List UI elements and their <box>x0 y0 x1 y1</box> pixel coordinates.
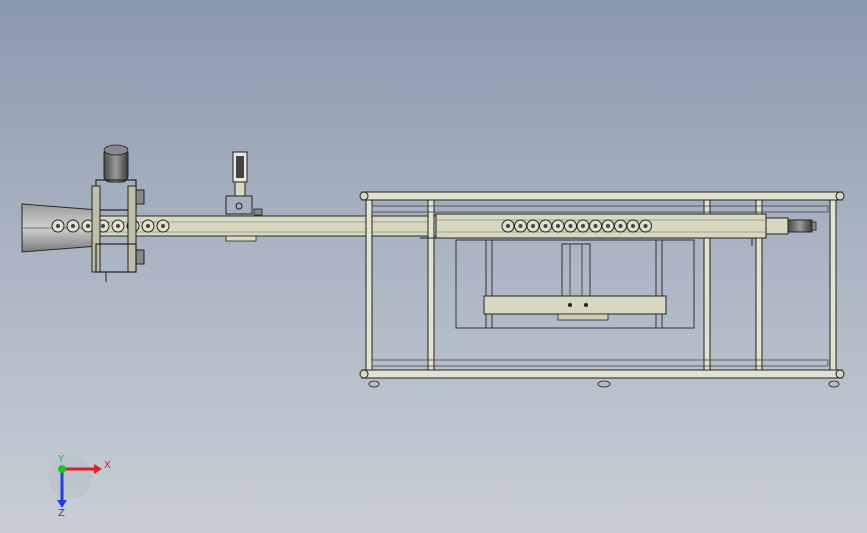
z-axis-label: Z <box>58 508 65 519</box>
graphics-viewport[interactable]: X Y Z <box>0 0 867 533</box>
drive-motor-assembly <box>91 144 145 282</box>
end-motor <box>765 217 817 235</box>
roller-hub <box>531 224 535 228</box>
x-axis-label: X <box>104 460 111 471</box>
y-axis-dot <box>58 465 66 473</box>
roller-hub <box>643 224 648 228</box>
roller-hub <box>618 224 623 228</box>
roller-hub <box>568 224 573 228</box>
view-orientation-triad: X Y Z <box>48 454 111 519</box>
roller-hub <box>71 224 75 228</box>
cad-model-view[interactable]: X Y Z <box>0 0 867 533</box>
roller-hub <box>581 224 585 228</box>
roller-hub <box>116 224 120 228</box>
y-axis-label: Y <box>57 454 65 465</box>
roller-hub <box>518 224 523 228</box>
roller-hub <box>86 224 90 228</box>
roller-hub <box>101 224 105 228</box>
roller-hub <box>631 224 635 228</box>
sensor-mount <box>225 151 263 216</box>
roller-hub <box>506 224 510 228</box>
roller-hub <box>161 224 165 228</box>
roller-hub <box>543 224 548 228</box>
roller-hub <box>146 224 150 228</box>
roller-hub <box>606 224 610 228</box>
lift-frame <box>455 239 695 329</box>
roller-hub <box>556 224 560 228</box>
roller-hub <box>56 224 60 228</box>
roller-hub <box>593 224 598 228</box>
